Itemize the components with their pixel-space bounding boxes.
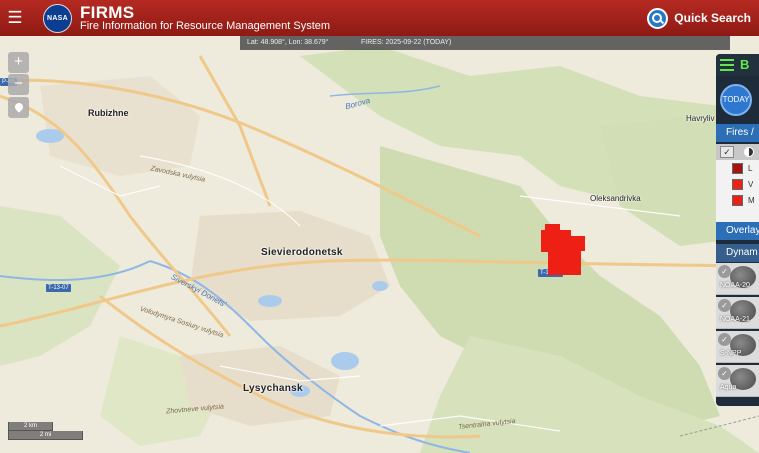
fire-detection-area[interactable] xyxy=(558,236,585,251)
layers-panel: B TODAY Fires / ✓ L V M Overlay Dynam ✓ … xyxy=(716,54,759,406)
village-label: Havryliv xyxy=(686,114,715,123)
panel-header[interactable]: B xyxy=(716,54,759,76)
scale-mi: 2 mi xyxy=(8,431,83,440)
locate-button[interactable] xyxy=(8,97,29,118)
legend-label: M xyxy=(748,195,755,205)
satellite-layer[interactable]: ✓ NOAA-21 xyxy=(716,297,759,329)
scale-km: 2 km xyxy=(8,422,53,431)
contrast-icon[interactable] xyxy=(744,147,754,157)
legend-swatch xyxy=(732,162,743,174)
info-bar: Lat: 48.908°, Lon: 38.679° FIRES: 2025-0… xyxy=(240,36,730,50)
zoom-out-button[interactable]: − xyxy=(8,74,29,95)
today-button[interactable]: TODAY xyxy=(720,84,752,116)
brand-subtitle: Fire Information for Resource Management… xyxy=(80,20,331,32)
city-label: Rubizhne xyxy=(88,108,129,118)
legend-item[interactable]: M xyxy=(716,192,759,208)
fires-legend: ✓ L V M xyxy=(716,144,759,224)
fires-date-readout: FIRES: 2025-09-22 (TODAY) xyxy=(361,39,452,46)
lake xyxy=(372,281,388,291)
map-base xyxy=(0,36,759,453)
fire-detection-area[interactable] xyxy=(545,224,560,232)
fires-section-header[interactable]: Fires / xyxy=(716,124,759,142)
header: ☰ NASA FIRMS Fire Information for Resour… xyxy=(0,0,759,36)
city-label: Lysychansk xyxy=(243,383,303,394)
satellite-layer[interactable]: ✓ NOAA-20 xyxy=(716,263,759,295)
coordinate-readout: Lat: 48.908°, Lon: 38.679° xyxy=(247,39,329,46)
fire-detection-area[interactable] xyxy=(548,250,581,275)
legend-label: L xyxy=(748,163,753,173)
legend-swatch xyxy=(732,194,743,206)
magnifier-icon xyxy=(647,7,669,29)
map[interactable]: Rubizhne Sievierodonetsk Lysychansk Olek… xyxy=(0,36,759,453)
route-shield: T-13-07 xyxy=(46,284,71,292)
scale-bar: 2 km 2 mi xyxy=(8,422,83,440)
satellite-layer[interactable]: ✓ S-NPP xyxy=(716,331,759,363)
panel-title: B xyxy=(740,57,750,72)
menu-icon[interactable]: ☰ xyxy=(6,8,24,28)
quick-search-button[interactable]: Quick Search xyxy=(647,7,751,29)
hamburger-icon[interactable] xyxy=(720,59,734,71)
nasa-logo[interactable]: NASA xyxy=(43,4,72,33)
satellite-label: Aqua xyxy=(720,384,737,391)
village-label: Oleksandrivka xyxy=(590,194,641,203)
legend-item[interactable]: V xyxy=(716,176,759,192)
fires-tools: ✓ xyxy=(716,144,759,160)
satellite-layer[interactable]: ✓ Aqua xyxy=(716,365,759,397)
city-label: Sievierodonetsk xyxy=(261,247,343,258)
overlays-section-header[interactable]: Overlay xyxy=(716,222,759,240)
satellite-label: S-NPP xyxy=(720,350,742,357)
lake xyxy=(331,352,359,370)
legend-label: V xyxy=(748,179,754,189)
legend-item[interactable]: L xyxy=(716,160,759,176)
satellite-label: NOAA-21 xyxy=(720,316,750,323)
zoom-in-button[interactable]: + xyxy=(8,52,29,73)
satellite-label: NOAA-20 xyxy=(720,282,750,289)
check-icon[interactable]: ✓ xyxy=(720,146,734,158)
legend-swatch xyxy=(732,178,743,190)
lake xyxy=(258,295,282,307)
quick-search-label: Quick Search xyxy=(674,11,751,25)
dynamic-section-header[interactable]: Dynam xyxy=(716,244,759,262)
location-pin-icon xyxy=(12,101,25,113)
